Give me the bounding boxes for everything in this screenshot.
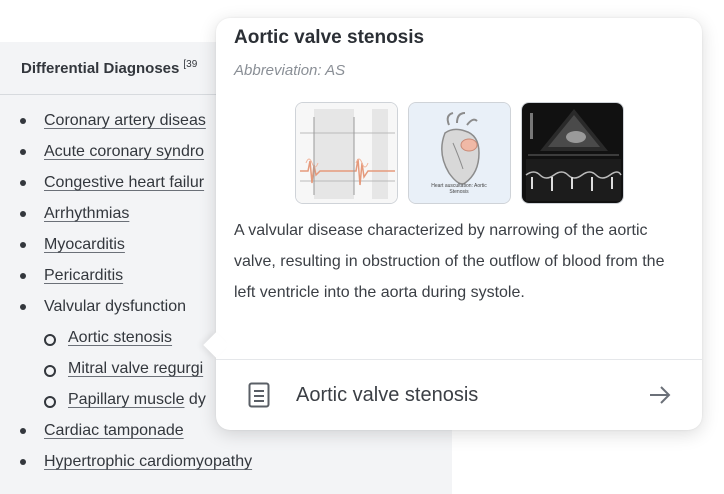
document-icon <box>248 382 270 408</box>
popover-title: Aortic valve stenosis <box>234 27 425 48</box>
thumbnail-waveform[interactable] <box>294 102 398 204</box>
diagnosis-label-rest: dy <box>184 391 206 408</box>
popover-abbreviation: Abbreviation: AS <box>234 62 346 79</box>
diagnosis-link[interactable]: Acute coronary syndro <box>44 143 204 160</box>
diagnosis-link[interactable]: Myocarditis <box>44 236 125 253</box>
diagnosis-link[interactable]: Aortic stenosis <box>68 329 172 346</box>
diagnosis-link[interactable]: Pericarditis <box>44 267 123 284</box>
diagnosis-link[interactable]: Mitral valve regurgi <box>68 360 203 377</box>
diagnosis-label: Valvular dysfunction <box>44 298 186 315</box>
thumbnail-heart-illustration[interactable]: Heart auscultation: Aortic Stenosis <box>407 102 511 204</box>
popover-description: A valvular disease characterized by narr… <box>234 222 665 301</box>
diagnosis-link[interactable]: Congestive heart failur <box>44 174 204 191</box>
diagnosis-link[interactable]: Coronary artery diseas <box>44 112 206 129</box>
diagnosis-link[interactable]: Hypertrophic cardiomyopathy <box>44 453 252 470</box>
thumbnail-echocardiogram[interactable] <box>520 102 624 204</box>
panel-title: Differential Diagnoses <box>21 59 180 77</box>
media-thumbnails: Heart auscultation: Aortic Stenosis <box>234 102 684 204</box>
thumbnail-caption: Heart auscultation: Aortic Stenosis <box>431 183 487 195</box>
open-article-link[interactable]: Aortic valve stenosis <box>216 359 702 430</box>
page: Differential Diagnoses [39 Coronary arter… <box>0 0 724 494</box>
diagnosis-popover: Aortic valve stenosis Abbreviation: AS H… <box>216 18 702 430</box>
article-title: Aortic valve stenosis <box>296 383 479 406</box>
diagnosis-link[interactable]: Arrhythmias <box>44 205 129 222</box>
diagnosis-link[interactable]: Papillary muscle <box>68 391 184 408</box>
arrow-right-icon <box>650 386 671 404</box>
diagnosis-list-item: Hypertrophic cardiomyopathy <box>0 446 452 477</box>
diagnosis-link[interactable]: Cardiac tamponade <box>44 422 184 439</box>
reference-marker[interactable]: [39 <box>183 59 197 70</box>
